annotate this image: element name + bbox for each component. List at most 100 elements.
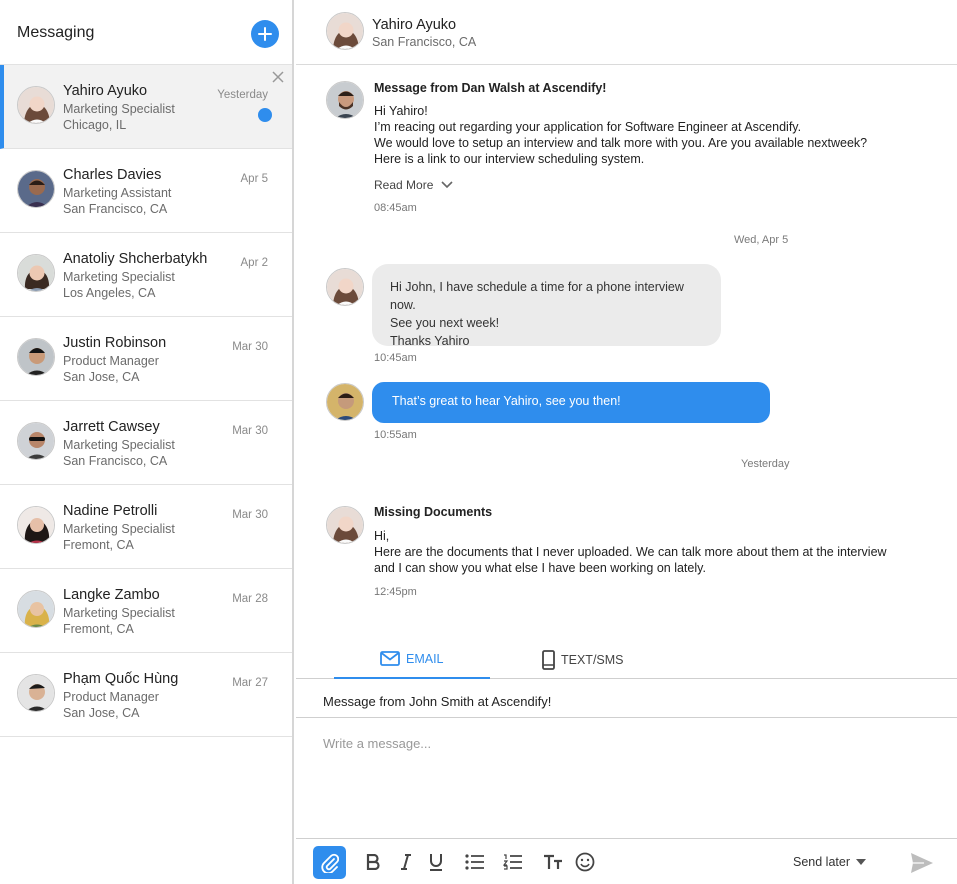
contact-name: Charles Davies [63,167,162,183]
message-input[interactable]: Write a message... [323,736,431,751]
message-time: 10:45am [374,352,417,364]
message-line: Thanks Yahiro [390,334,470,348]
contact-date: Mar 28 [232,593,268,605]
tab-text-sms[interactable]: TEXT/SMS [542,640,624,679]
tab-sms-label: TEXT/SMS [561,652,624,667]
message-time: 10:55am [374,429,417,441]
send-later-label: Send later [793,855,850,869]
italic-icon [401,854,411,870]
email-line: and I can show you what else I have been… [374,561,706,575]
bold-icon [366,854,380,870]
avatar [17,590,55,628]
recipient-name: Yahiro Ayuko [372,17,457,33]
contact-name: Yahiro Ayuko [63,83,148,99]
contact-location: San Francisco, CA [63,202,168,216]
contact-name: Langke Zambo [63,587,160,603]
email-body: Hi Yahiro! I’m reacing out regarding you… [374,103,867,167]
date-separator: Wed, Apr 5 [734,234,789,246]
subject-field[interactable]: Message from John Smith at Ascendify! [296,680,957,718]
sidebar-title: Messaging [17,24,95,41]
tab-email-label: EMAIL [406,651,444,666]
tab-email[interactable]: EMAIL [334,640,490,679]
email-line: Hi, [374,529,390,543]
contact-location: San Francisco, CA [63,454,168,468]
text-size-button[interactable] [542,851,564,873]
outgoing-message-bubble: That’s great to hear Yahiro, see you the… [372,382,770,423]
bulleted-list-button[interactable] [464,851,486,873]
message-line: Hi John, I have schedule a time for a ph… [390,280,684,312]
contact-location: Los Angeles, CA [63,286,156,300]
numbered-list-button[interactable] [502,851,524,873]
mail-icon [380,651,400,666]
email-line: I’m reacing out regarding your applicati… [374,120,802,134]
contact-item-charles-davies[interactable]: Charles Davies Marketing Assistant San F… [0,149,292,233]
contact-item-jarrett-cawsey[interactable]: Jarrett Cawsey Marketing Specialist San … [0,401,292,485]
incoming-message-bubble: Hi John, I have schedule a time for a ph… [372,264,721,348]
contact-role: Marketing Specialist [63,606,175,620]
subject-input[interactable]: Message from John Smith at Ascendify! [323,694,551,709]
sender-avatar [326,268,364,306]
contact-name: Anatoliy Shcherbatykh [63,251,208,267]
send-icon[interactable] [910,852,934,874]
email-line: Here are the documents that I never uplo… [374,545,887,559]
numbered-list-icon [503,854,522,870]
attach-button[interactable] [313,846,346,879]
contact-item-yahiro-ayuko[interactable]: Yahiro Ayuko Marketing Specialist Chicag… [0,65,292,149]
contact-role: Marketing Specialist [63,438,175,452]
avatar [17,674,55,712]
avatar [17,86,55,124]
contact-date: Mar 30 [232,341,268,353]
send-later-dropdown[interactable]: Send later [793,855,866,869]
contact-item-pham-quoc-hung[interactable]: Phạm Quốc Hùng Product Manager San Jose,… [0,653,292,737]
plus-icon [258,27,272,41]
avatar [17,338,55,376]
conversation-pane: Yahiro Ayuko San Francisco, CA Message f… [296,0,957,884]
avatar[interactable] [326,12,364,50]
contact-name: Nadine Petrolli [63,503,158,519]
conversation-header: Yahiro Ayuko San Francisco, CA [296,0,957,65]
contact-location: Chicago, IL [63,118,127,132]
contact-role: Product Manager [63,690,159,704]
conversation-sidebar: Messaging Yahiro Ayuko Marketing Special… [0,0,294,884]
contact-date: Apr 2 [240,257,269,269]
caret-down-icon [855,859,866,865]
avatar [17,506,55,544]
contact-location: San Jose, CA [63,370,140,384]
contact-item-justin-robinson[interactable]: Justin Robinson Product Manager San Jose… [0,317,292,401]
underline-icon [430,854,442,871]
emoji-button[interactable] [574,851,596,873]
sender-avatar [326,506,364,544]
composer-toolbar: Send later [296,838,957,884]
underline-button[interactable] [425,851,447,873]
contact-date: Mar 30 [232,509,268,521]
italic-button[interactable] [395,851,417,873]
message-line: See you next week! [390,316,500,330]
bold-button[interactable] [362,851,384,873]
sidebar-header: Messaging [0,0,292,65]
email-subject: Missing Documents [374,505,493,519]
read-more-link[interactable]: Read More [374,178,453,192]
sender-avatar [326,81,364,119]
paperclip-icon [320,853,339,873]
close-icon[interactable] [272,71,284,83]
new-message-button[interactable] [251,20,279,48]
text-size-icon [544,854,562,869]
contact-item-langke-zambo[interactable]: Langke Zambo Marketing Specialist Fremon… [0,569,292,653]
email-line: We would love to setup an interview and … [374,136,868,150]
contact-date: Yesterday [217,89,268,101]
contact-item-anatoliy-shcherbatykh[interactable]: Anatoliy Shcherbatykh Marketing Speciali… [0,233,292,317]
date-separator: Yesterday [741,458,790,470]
message-text: That’s great to hear Yahiro, see you the… [392,394,621,408]
contact-item-nadine-petrolli[interactable]: Nadine Petrolli Marketing Specialist Fre… [0,485,292,569]
contact-location: Fremont, CA [63,538,134,552]
contact-date: Apr 5 [240,173,269,185]
avatar [17,422,55,460]
contact-name: Phạm Quốc Hùng [63,671,179,687]
bulleted-list-icon [465,854,484,870]
sender-avatar [326,383,364,421]
contact-role: Marketing Specialist [63,522,175,536]
phone-icon [542,649,555,670]
contact-role: Product Manager [63,354,159,368]
contact-role: Marketing Assistant [63,186,172,200]
composer-tabs: EMAIL TEXT/SMS [296,640,957,679]
